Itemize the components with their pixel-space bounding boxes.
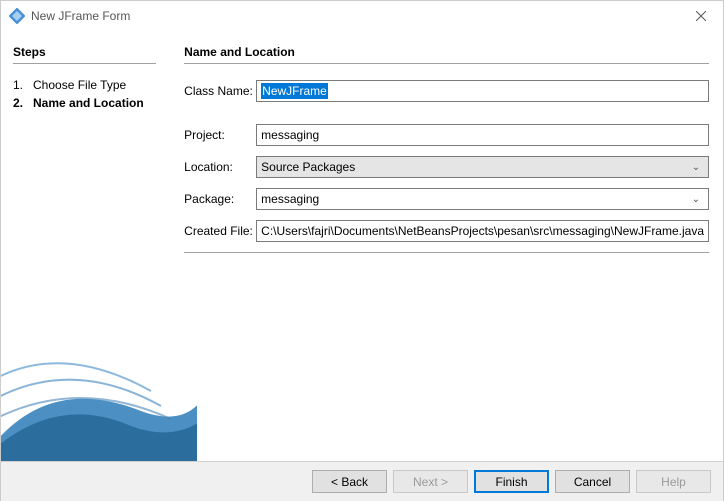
divider (13, 63, 156, 64)
steps-list: 1. Choose File Type 2. Name and Location (13, 76, 156, 112)
step-item: 2. Name and Location (13, 94, 156, 112)
step-item: 1. Choose File Type (13, 76, 156, 94)
divider (184, 252, 709, 253)
divider (184, 63, 709, 64)
package-label: Package: (184, 192, 256, 206)
help-button: Help (636, 470, 711, 493)
location-select[interactable]: Source Packages ⌄ (256, 156, 709, 178)
close-button[interactable] (678, 1, 723, 31)
createdfile-value: C:\Users\fajri\Documents\NetBeansProject… (261, 224, 704, 238)
next-button: Next > (393, 470, 468, 493)
project-label: Project: (184, 128, 256, 142)
location-label: Location: (184, 160, 256, 174)
classname-input[interactable]: NewJFrame (256, 80, 709, 102)
finish-button[interactable]: Finish (474, 470, 549, 493)
classname-label: Class Name: (184, 84, 256, 98)
chevron-down-icon: ⌄ (688, 194, 704, 205)
button-bar: < Back Next > Finish Cancel Help (1, 461, 723, 501)
window-title: New JFrame Form (31, 9, 678, 23)
location-value: Source Packages (261, 160, 355, 174)
chevron-down-icon: ⌄ (688, 162, 704, 173)
decoration-graphic (1, 311, 197, 461)
step-number: 2. (13, 96, 33, 110)
classname-value: NewJFrame (261, 83, 328, 99)
package-select[interactable]: messaging ⌄ (256, 188, 709, 210)
createdfile-input: C:\Users\fajri\Documents\NetBeansProject… (256, 220, 709, 242)
titlebar: New JFrame Form (1, 1, 723, 31)
steps-panel: Steps 1. Choose File Type 2. Name and Lo… (1, 31, 168, 461)
step-number: 1. (13, 78, 33, 92)
back-button[interactable]: < Back (312, 470, 387, 493)
project-input: messaging (256, 124, 709, 146)
step-label: Choose File Type (33, 78, 126, 92)
form-heading: Name and Location (184, 45, 709, 59)
steps-heading: Steps (13, 45, 156, 59)
form-panel: Name and Location Class Name: NewJFrame … (168, 31, 723, 461)
project-value: messaging (261, 128, 319, 142)
step-label: Name and Location (33, 96, 144, 110)
cancel-button[interactable]: Cancel (555, 470, 630, 493)
package-value: messaging (261, 192, 319, 206)
createdfile-label: Created File: (184, 224, 256, 238)
app-icon (9, 8, 25, 24)
